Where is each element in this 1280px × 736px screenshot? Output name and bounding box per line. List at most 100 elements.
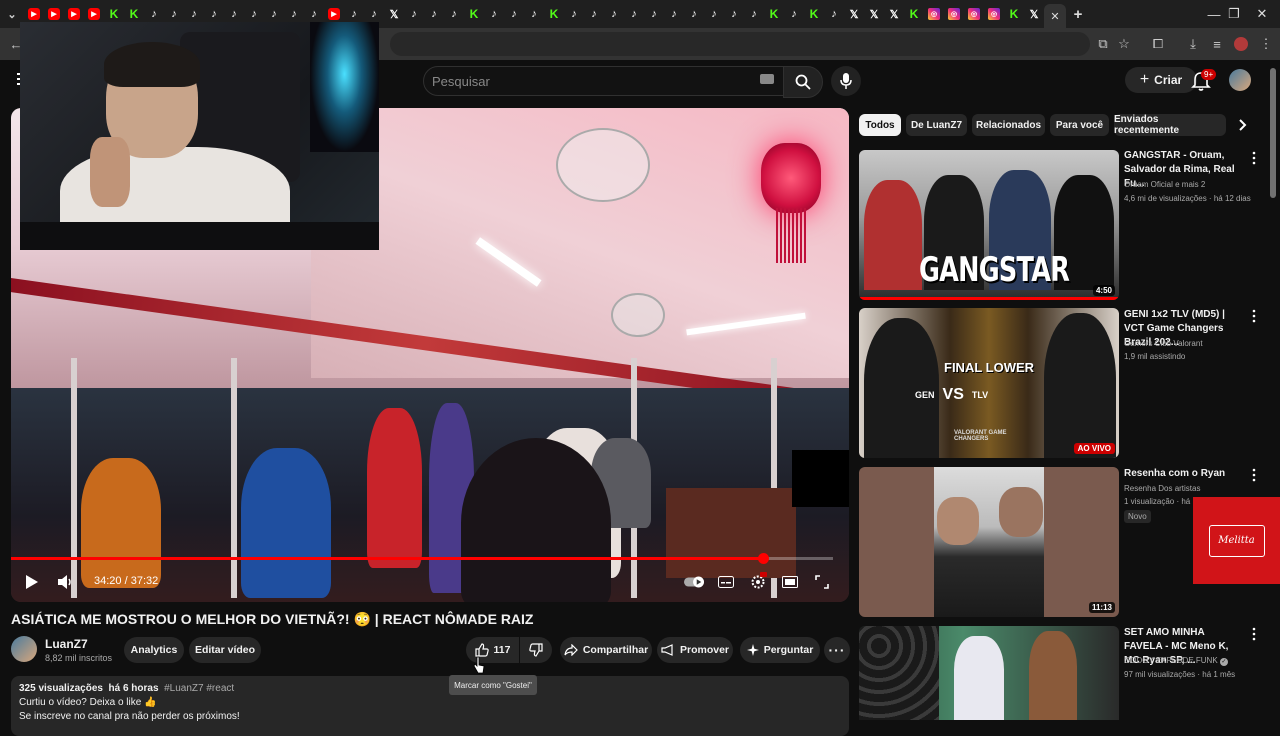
chip-all[interactable]: Todos (859, 114, 901, 136)
recommendation-channel[interactable]: GODOY EXPLODE FUNK ✓ (1124, 656, 1228, 666)
chip-related[interactable]: Relacionados (972, 114, 1045, 136)
x-favicon-icon: 𝕏 (389, 8, 399, 21)
tiktok-favicon-icon: ♪ (731, 8, 737, 20)
melitta-ad-overlay[interactable]: Melitta (1193, 497, 1280, 584)
tiktok-favicon-icon: ♪ (531, 8, 537, 20)
settings-button[interactable] (748, 572, 768, 592)
chevron-right-icon[interactable] (1234, 116, 1252, 134)
recommendation-channel[interactable]: Gamers Club Valorant (1124, 339, 1203, 348)
playlist-icon[interactable]: ≡ (1207, 34, 1227, 54)
recommendation-channel[interactable]: Oruam Oficial e mais 2 (1124, 180, 1205, 189)
browser-tab[interactable]: ♪ (644, 0, 664, 28)
browser-tab[interactable]: 𝕏 (884, 0, 904, 28)
browser-tab[interactable]: ♪ (484, 0, 504, 28)
volume-button[interactable] (55, 572, 75, 592)
chip-for-you[interactable]: Para você (1050, 114, 1109, 136)
active-tab[interactable]: ✕ (1044, 4, 1066, 28)
verified-icon: ✓ (1219, 658, 1228, 666)
browser-tab[interactable]: ♪ (664, 0, 684, 28)
ask-button[interactable]: Perguntar (740, 637, 820, 663)
browser-tab[interactable]: 𝕏 (384, 0, 404, 28)
analytics-button[interactable]: Analytics (124, 637, 184, 663)
fullscreen-button[interactable] (812, 572, 832, 592)
extensions-icon[interactable]: ⧠ (1148, 34, 1168, 54)
create-button[interactable]: + Criar (1125, 67, 1197, 93)
browser-tab[interactable]: ♪ (444, 0, 464, 28)
theater-mode-button[interactable] (780, 572, 800, 592)
browser-tab[interactable]: ♪ (584, 0, 604, 28)
browser-tab[interactable]: ◎ (964, 0, 984, 28)
browser-tab[interactable]: ◎ (984, 0, 1004, 28)
browser-tab[interactable]: K (804, 0, 824, 28)
browser-tab[interactable]: ♪ (624, 0, 644, 28)
youtube-favicon-icon: ▶ (28, 8, 40, 20)
bookmark-star-icon[interactable]: ☆ (1114, 34, 1134, 54)
recommendation-thumbnail[interactable]: GANGSTAR 4:50 (859, 150, 1119, 300)
browser-tab[interactable]: 𝕏 (844, 0, 864, 28)
browser-tab[interactable]: ♪ (744, 0, 764, 28)
chip-from-channel[interactable]: De LuanZ7 (906, 114, 967, 136)
close-window-icon[interactable]: ✕ (1242, 0, 1280, 28)
new-tab-icon[interactable]: + (1066, 0, 1090, 28)
recommendation-title[interactable]: Resenha com o Ryan (1124, 467, 1244, 481)
browser-tab[interactable]: K (1004, 0, 1024, 28)
keyboard-icon[interactable] (760, 74, 774, 84)
browser-tab[interactable]: ◎ (924, 0, 944, 28)
browser-tab[interactable]: ♪ (524, 0, 544, 28)
tiktok-favicon-icon: ♪ (351, 8, 357, 20)
more-vertical-icon[interactable] (1250, 468, 1258, 482)
page-scrollbar[interactable] (1270, 68, 1276, 198)
browser-tab[interactable]: ♪ (684, 0, 704, 28)
browser-tab[interactable]: K (904, 0, 924, 28)
more-vertical-icon[interactable] (1250, 151, 1258, 165)
voice-search-button[interactable] (831, 66, 861, 96)
dislike-button[interactable] (520, 637, 552, 663)
instagram-favicon-icon: ◎ (928, 8, 940, 20)
address-bar[interactable] (390, 32, 1090, 56)
browser-tab[interactable]: ♪ (504, 0, 524, 28)
recommendation-thumbnail[interactable]: 11:13 (859, 467, 1119, 617)
subtitles-button[interactable] (716, 572, 736, 592)
browser-tab[interactable]: K (764, 0, 784, 28)
account-avatar[interactable] (1229, 69, 1251, 91)
search-button[interactable] (783, 66, 823, 98)
promote-button[interactable]: Promover (657, 637, 733, 663)
browser-menu-icon[interactable]: ⋮ (1256, 34, 1276, 54)
more-actions-button[interactable]: ··· (824, 637, 850, 663)
channel-avatar[interactable] (11, 636, 37, 662)
chip-recently-uploaded[interactable]: Enviados recentemente (1114, 114, 1226, 136)
recommendation-thumbnail[interactable]: FINAL LOWER GEN VS TLV VALORANT GAME CHA… (859, 308, 1119, 458)
browser-tab[interactable]: ♪ (404, 0, 424, 28)
channel-name[interactable]: LuanZ7 (45, 637, 88, 651)
browser-tab[interactable]: 𝕏 (864, 0, 884, 28)
browser-tab[interactable]: ♪ (704, 0, 724, 28)
browser-tab[interactable]: 𝕏 (1024, 0, 1044, 28)
close-tab-icon[interactable]: ✕ (1050, 10, 1059, 23)
browser-tab[interactable]: ◎ (944, 0, 964, 28)
hd-badge (760, 572, 767, 577)
hashtags[interactable]: #LuanZ7 #react (164, 683, 234, 694)
browser-tab[interactable]: ♪ (824, 0, 844, 28)
edit-video-button[interactable]: Editar vídeo (189, 637, 261, 663)
youtube-favicon-icon: ▶ (328, 8, 340, 20)
recommendation-channel[interactable]: Resenha Dos artistas (1124, 484, 1200, 493)
tiktok-favicon-icon: ♪ (191, 8, 197, 20)
progress-bar[interactable] (11, 553, 833, 564)
more-vertical-icon[interactable] (1250, 627, 1258, 641)
browser-tab[interactable]: ♪ (424, 0, 444, 28)
profile-icon[interactable] (1231, 34, 1251, 54)
recommendation-thumbnail[interactable] (859, 626, 1119, 720)
browser-tab[interactable]: ♪ (604, 0, 624, 28)
autoplay-toggle[interactable] (684, 572, 704, 592)
play-button[interactable] (22, 572, 42, 592)
browser-tab[interactable]: ♪ (724, 0, 744, 28)
search-input[interactable] (430, 70, 734, 92)
more-vertical-icon[interactable] (1250, 309, 1258, 323)
browser-tab[interactable]: K (464, 0, 484, 28)
browser-tab[interactable]: ♪ (564, 0, 584, 28)
install-app-icon[interactable]: ⧉ (1093, 34, 1113, 54)
browser-tab[interactable]: ♪ (784, 0, 804, 28)
download-icon[interactable]: ⤓ (1183, 34, 1203, 54)
browser-tab[interactable]: K (544, 0, 564, 28)
share-button[interactable]: Compartilhar (560, 637, 652, 663)
